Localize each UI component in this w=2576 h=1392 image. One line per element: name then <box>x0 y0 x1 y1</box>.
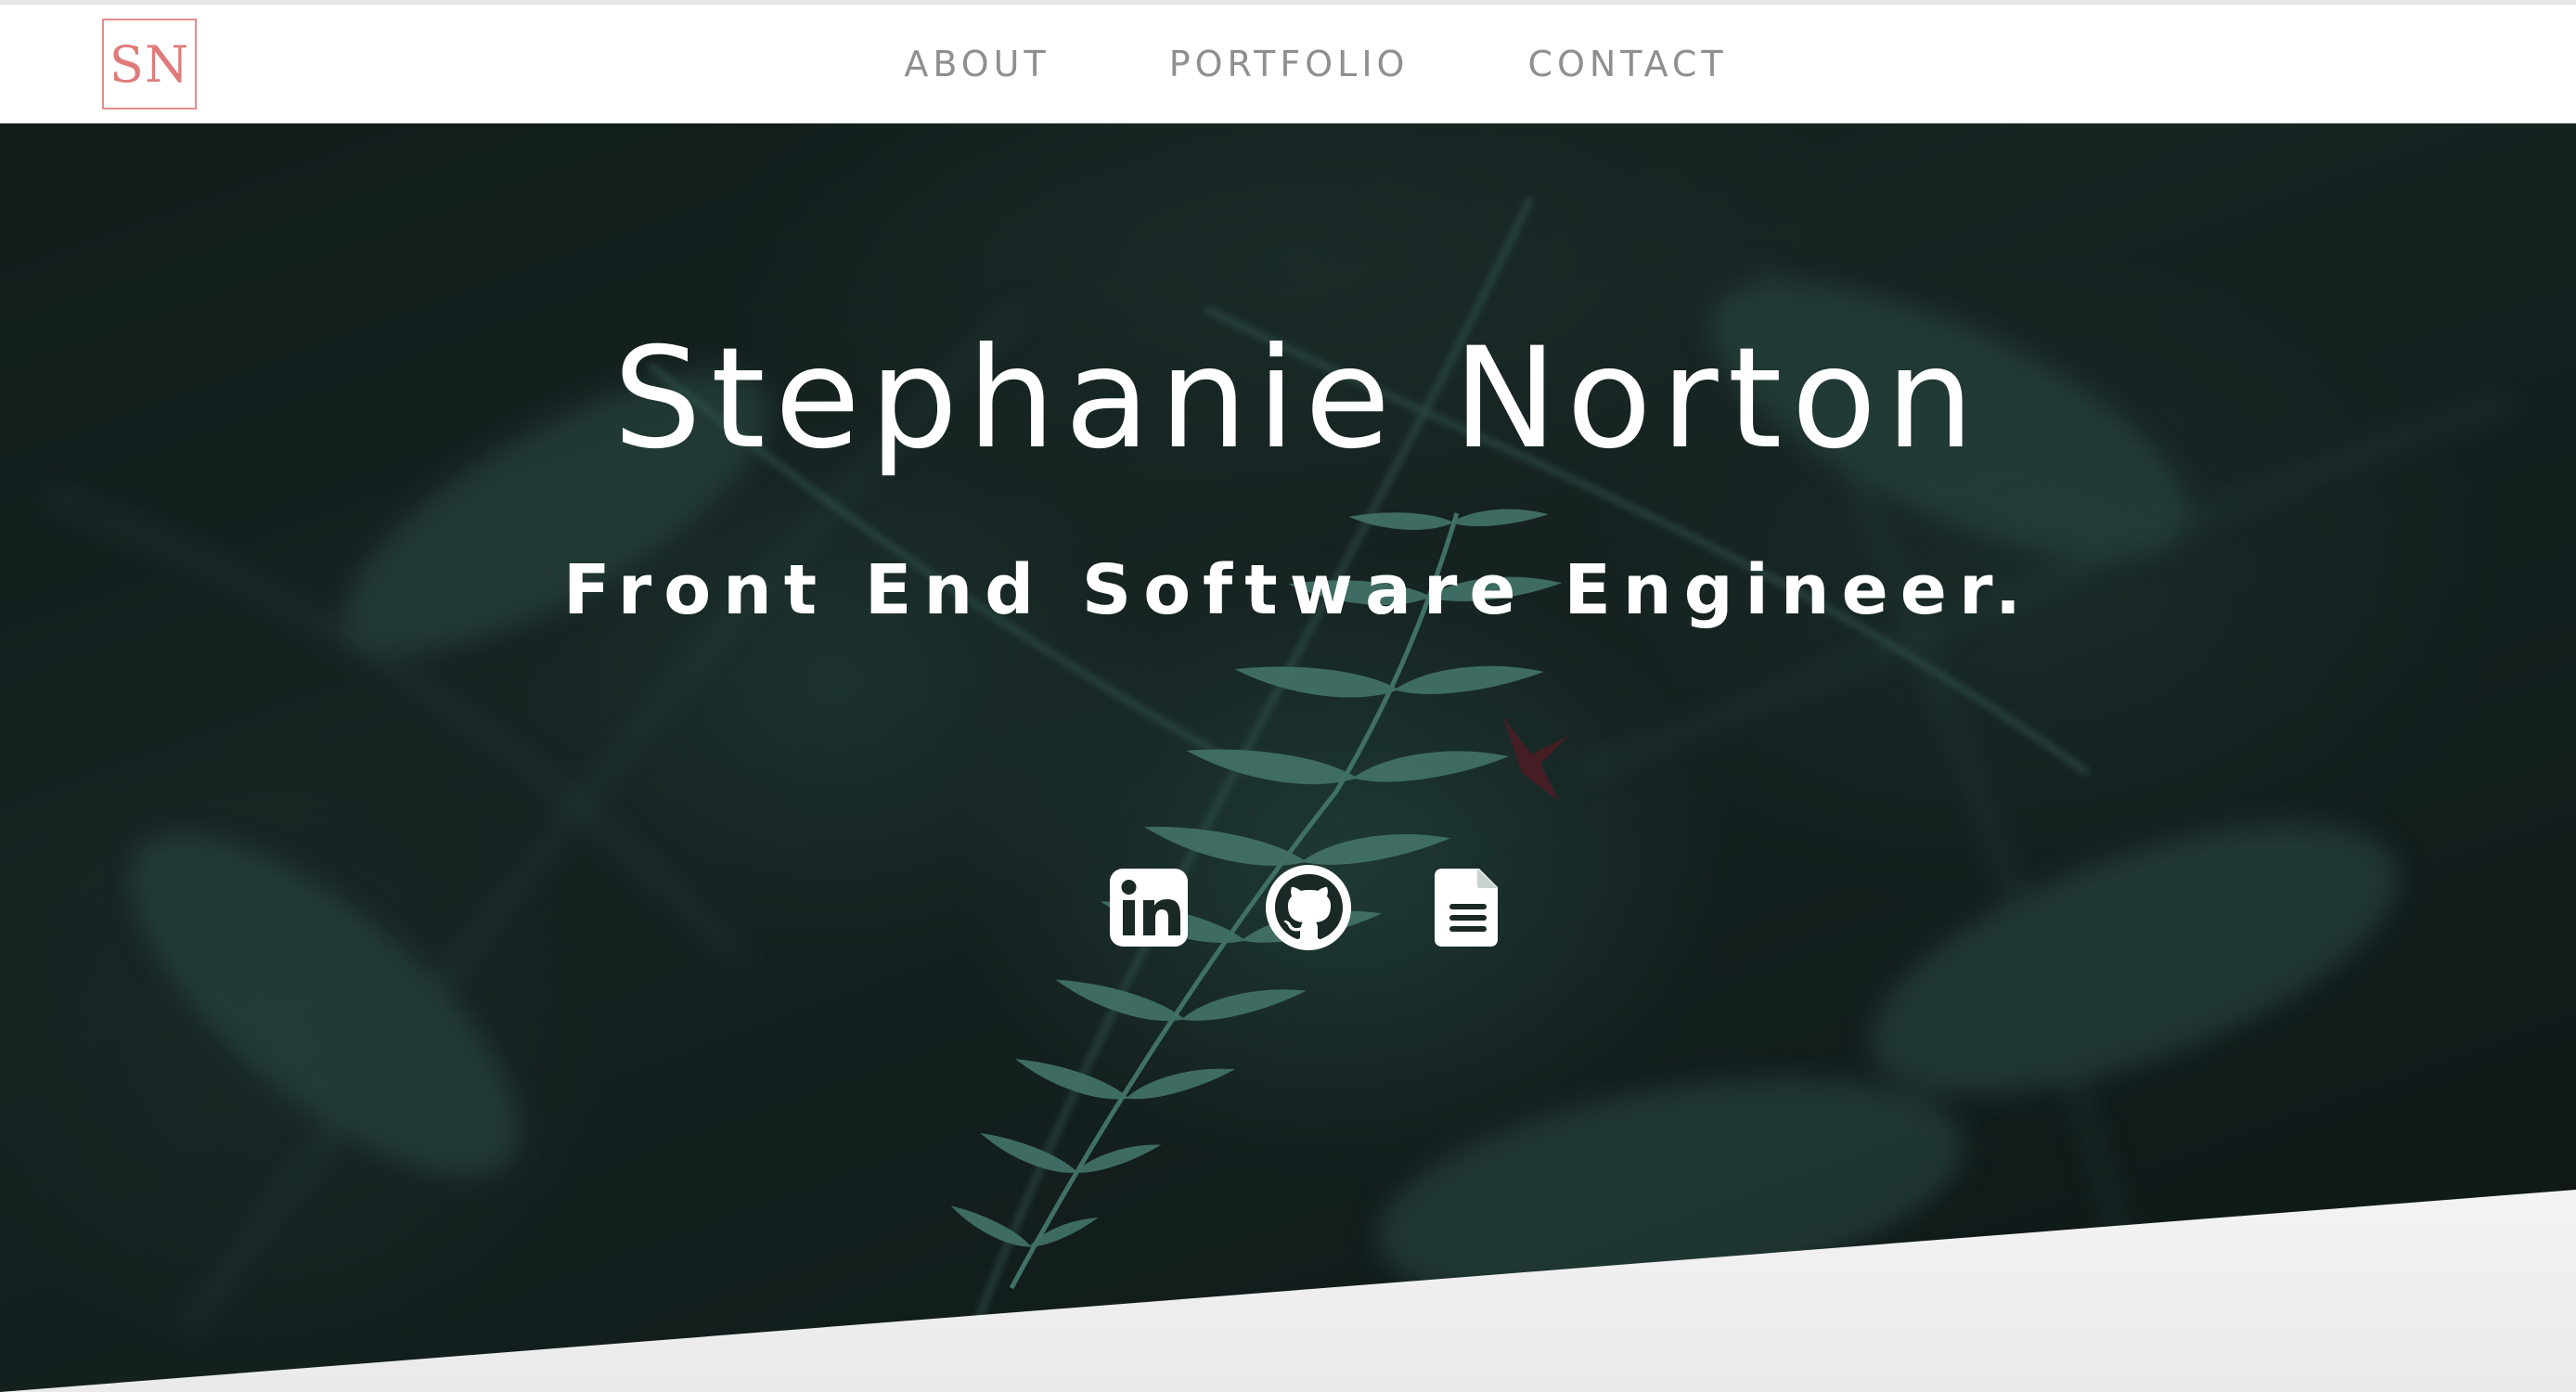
nav-portfolio-link[interactable]: PORTFOLIO <box>1169 44 1410 84</box>
github-link[interactable] <box>1262 861 1355 954</box>
document-icon <box>1435 869 1498 947</box>
nav-about-link[interactable]: ABOUT <box>904 44 1050 84</box>
hero-title: Stephanie Norton <box>612 318 1984 480</box>
linkedin-icon <box>1110 869 1188 947</box>
hero-subtitle: Front End Software Engineer. <box>562 550 2034 630</box>
hero-section: Stephanie Norton Front End Software Engi… <box>0 123 2576 1392</box>
nav-links: ABOUT PORTFOLIO CONTACT <box>0 5 2576 123</box>
navbar: SN ABOUT PORTFOLIO CONTACT <box>0 5 2576 123</box>
github-icon <box>1266 865 1351 950</box>
linkedin-link[interactable] <box>1102 861 1195 954</box>
hero-background-image <box>0 123 2576 1392</box>
resume-link[interactable] <box>1422 861 1514 954</box>
nav-contact-link[interactable]: CONTACT <box>1527 44 1727 84</box>
social-links <box>1102 857 1514 959</box>
page: SN ABOUT PORTFOLIO CONTACT Stephanie Nor… <box>0 0 2576 1392</box>
